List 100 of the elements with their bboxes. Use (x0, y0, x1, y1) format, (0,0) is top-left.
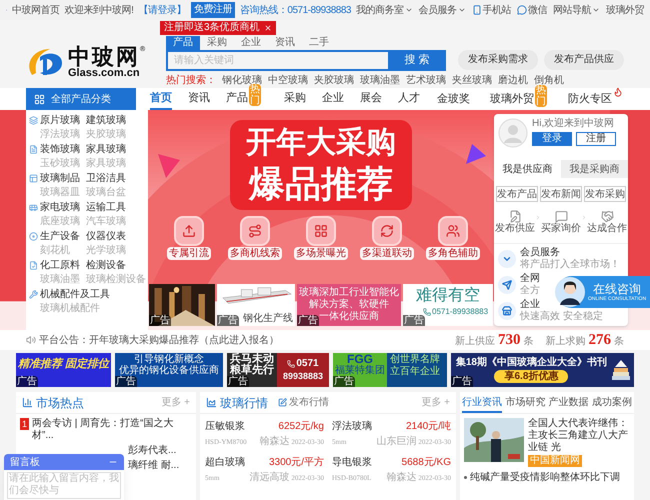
search-button[interactable]: 搜 索 (388, 50, 446, 71)
search-tab[interactable]: 产品 (166, 36, 200, 50)
stat-value: 276 (588, 330, 611, 350)
ad-phone: 89938883 (282, 370, 324, 382)
chevron-down-icon (458, 6, 466, 14)
ad-banner[interactable]: FGG 福莱特集团 创世界名牌 立百年企业 广告 (333, 353, 447, 387)
price-source: 翰森达 (259, 434, 290, 449)
news-link[interactable]: 彭寿代表... (128, 445, 176, 457)
top-menu-link[interactable]: 玻璃外贸 (606, 2, 644, 18)
news-headline[interactable]: 全国人大代表许继伟：主攻长三角建立八大产业链 光 (528, 418, 630, 454)
hot-search-link[interactable]: 玻璃油墨 (360, 73, 400, 88)
publish-button[interactable]: 发布产品供应 (544, 50, 624, 70)
publish-link[interactable]: 发布行情 (289, 395, 329, 410)
hotline-text: 咨询热线：0571-89938883 (240, 4, 351, 18)
nav-link[interactable]: 采购 (284, 88, 306, 110)
nav-link[interactable]: 玻璃外贸 (490, 89, 534, 109)
top-menu-link[interactable]: 我的商务室 (356, 2, 412, 18)
product-name: 压敏银浆 (205, 420, 245, 434)
ad-text: 立百年企业 (390, 366, 440, 378)
product-name: 导电银浆 (332, 456, 372, 470)
source-badge: 中国新闻网 (528, 455, 582, 467)
nav-link[interactable]: 金玻奖 (437, 89, 470, 109)
logo-name: 中玻网 (68, 46, 140, 68)
ad-logo: FGG (347, 353, 373, 365)
nav-link[interactable]: 资讯 (188, 88, 210, 110)
search-tab[interactable]: 资讯 (268, 36, 302, 50)
rank-badge: 1 (20, 418, 30, 430)
ad-banner[interactable]: 精准推荐 固定排位 广告 (16, 353, 111, 387)
nav-link[interactable]: 人才 (398, 88, 420, 110)
ad-text: 精准推荐 固定排位 (18, 357, 110, 371)
panel-title: 玻璃行情 (220, 394, 268, 412)
stat-unit: 条 (524, 334, 534, 349)
chevron-down-icon (592, 6, 600, 14)
nav-link[interactable]: 企业 (322, 88, 344, 110)
register-tip-text: 注册即送3条优质商机 (164, 21, 260, 35)
top-menu-link[interactable]: 手机站 (472, 2, 511, 18)
top-menu-link[interactable]: 微信 (517, 2, 547, 18)
category-title: 全部产品分类 (51, 92, 111, 106)
ad-label: 广告 (333, 376, 355, 387)
hot-badge: 热门 (535, 85, 547, 107)
ad-text: 创世界名牌 (390, 354, 440, 366)
price-source: 翰森达 (386, 470, 416, 485)
product-name: 浮法玻璃 (332, 420, 372, 434)
books-icon (611, 358, 631, 382)
nav-link[interactable]: 防火专区 (568, 89, 612, 109)
hot-search-link[interactable]: 艺术玻璃 (406, 73, 446, 88)
register-button[interactable]: 免费注册 (190, 2, 235, 18)
close-icon[interactable] (264, 24, 272, 32)
discount-badge: 享6.8折优惠 (494, 370, 568, 383)
phone-icon (287, 360, 296, 368)
hot-badge: 热门 (249, 84, 261, 106)
nav-link[interactable]: 产品 (226, 88, 248, 110)
stat-label: 新上求购 (546, 334, 586, 349)
search-tab[interactable]: 二手 (302, 36, 336, 50)
news-link[interactable]: 纯碱产量受疫情影响整体环比下调 (470, 471, 620, 484)
chat-icon (517, 5, 527, 15)
news-link[interactable]: 两会专访 | 周育先：打造“国之大材”... (32, 418, 192, 442)
price-source: 山东巨润 (376, 434, 416, 449)
speaker-icon (26, 335, 36, 345)
login-link[interactable]: 【请登录】 (138, 2, 186, 18)
nav-link[interactable]: 展会 (360, 88, 382, 110)
product-price: 2140元/吨 (406, 420, 451, 434)
area-chart-icon (206, 397, 217, 408)
ad-text: 集18期《中国玻璃企业大全》书刊 (456, 357, 607, 369)
ad-brand: 福莱特集团 (335, 365, 385, 376)
bar-chart-icon (22, 397, 33, 408)
ad-text: 引导钢化新概念 (134, 354, 204, 365)
hot-search-label: 热门搜索： (166, 74, 216, 88)
hot-search-link[interactable]: 夹丝玻璃 (452, 73, 492, 88)
notice-link[interactable]: 平台公告：开年玻璃大采购爆品推荐（点此进入报名） (39, 332, 279, 348)
news-link[interactable]: 璃纤维 耐... (128, 460, 180, 472)
ad-label: 广告 (115, 376, 137, 387)
hot-search-link[interactable]: 夹胶玻璃 (314, 73, 354, 88)
welcome-text: 欢迎来到中玻网! (64, 4, 134, 18)
hot-search-link[interactable]: 磨边机 (498, 73, 528, 88)
panel-title: 市场热点 (36, 394, 84, 412)
news-tab[interactable]: 市场研究 (505, 393, 546, 413)
price-source: 清远高玻 (249, 470, 290, 485)
news-tab[interactable]: 成功案例 (592, 393, 632, 413)
top-menu-link[interactable]: 会员服务 (418, 2, 466, 18)
ad-banner[interactable]: 集18期《中国玻璃企业大全》书刊 广告 享6.8折优惠 (451, 353, 634, 387)
search-tab[interactable]: 企业 (234, 36, 268, 50)
logo-domain: Glass.com.cn (68, 68, 141, 78)
chevron-down-icon (404, 6, 412, 14)
edit-icon (278, 398, 287, 407)
category-header[interactable]: 全部产品分类 (26, 88, 136, 110)
stat-unit: 条 (614, 334, 624, 349)
ad-banner[interactable]: 引导钢化新概念 优异的钢化设备供应商 广告 (115, 353, 223, 387)
hot-search-link[interactable]: 中空玻璃 (268, 73, 308, 88)
news-tab[interactable]: 行业资讯 (462, 393, 502, 413)
ad-label: 广告 (16, 376, 38, 387)
news-tab[interactable]: 产业数据 (548, 393, 589, 413)
stat-value: 730 (498, 330, 520, 350)
product-price: 5688元/KG (402, 456, 451, 470)
top-menu-link[interactable]: 网站导航 (553, 2, 600, 18)
home-link[interactable]: 中玻网首页 (12, 2, 60, 18)
grid-icon (34, 94, 45, 104)
ad-label: 广告 (227, 376, 249, 387)
publish-button[interactable]: 发布采购需求 (458, 50, 538, 70)
search-tab[interactable]: 采购 (200, 36, 234, 50)
